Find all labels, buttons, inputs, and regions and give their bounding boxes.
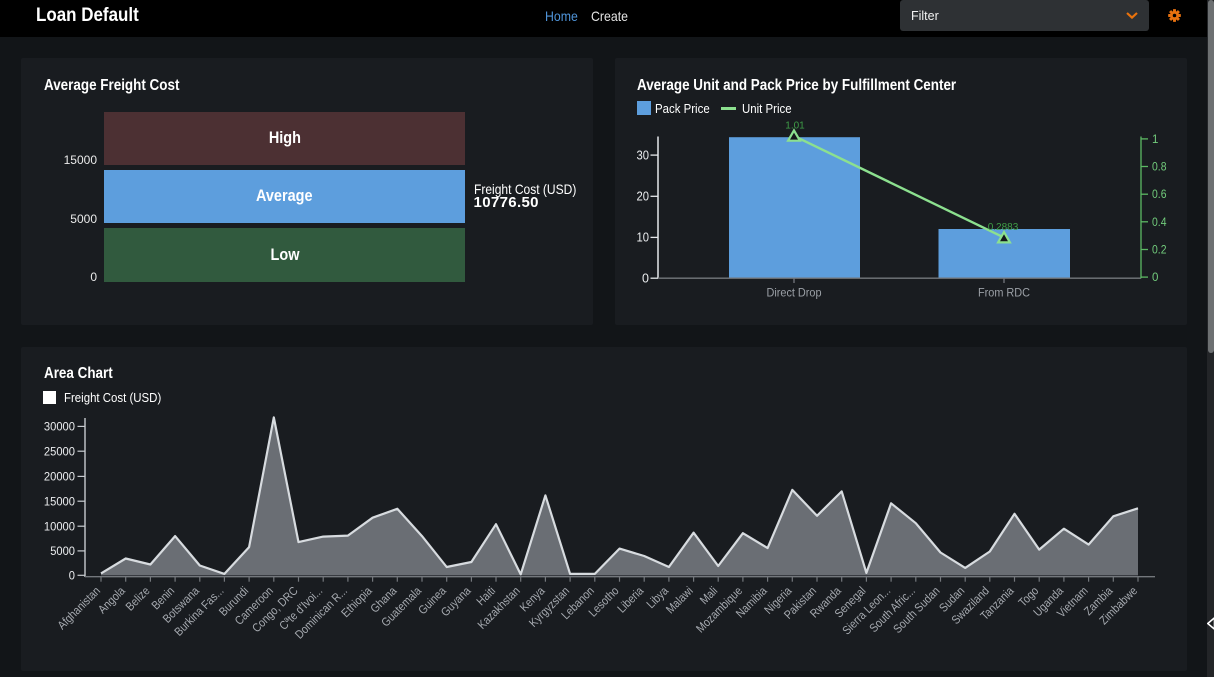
svg-text:30000: 30000 <box>44 420 75 434</box>
svg-text:0.2883: 0.2883 <box>988 222 1019 233</box>
svg-text:0.6: 0.6 <box>1152 189 1167 201</box>
svg-text:From RDC: From RDC <box>978 286 1030 300</box>
svg-text:Direct Drop: Direct Drop <box>767 286 822 300</box>
svg-text:20: 20 <box>637 190 650 204</box>
svg-text:0: 0 <box>642 271 649 285</box>
svg-text:30: 30 <box>637 148 650 162</box>
svg-text:Angola: Angola <box>95 584 128 617</box>
svg-text:Malawi: Malawi <box>663 584 696 617</box>
svg-text:5000: 5000 <box>50 544 75 558</box>
svg-text:10000: 10000 <box>44 519 75 533</box>
svg-text:0.4: 0.4 <box>1152 217 1167 229</box>
svg-text:1.01: 1.01 <box>785 120 805 131</box>
svg-text:1: 1 <box>1152 134 1158 146</box>
svg-text:15000: 15000 <box>44 494 75 508</box>
svg-text:0: 0 <box>1152 272 1158 284</box>
svg-text:0: 0 <box>69 569 75 583</box>
svg-text:Liberia: Liberia <box>614 584 646 616</box>
svg-text:0.8: 0.8 <box>1152 162 1167 174</box>
svg-text:25000: 25000 <box>44 444 75 458</box>
svg-text:Belize: Belize <box>123 584 153 614</box>
svg-text:10: 10 <box>637 231 650 245</box>
svg-text:20000: 20000 <box>44 470 75 484</box>
svg-text:0.2: 0.2 <box>1152 245 1167 257</box>
